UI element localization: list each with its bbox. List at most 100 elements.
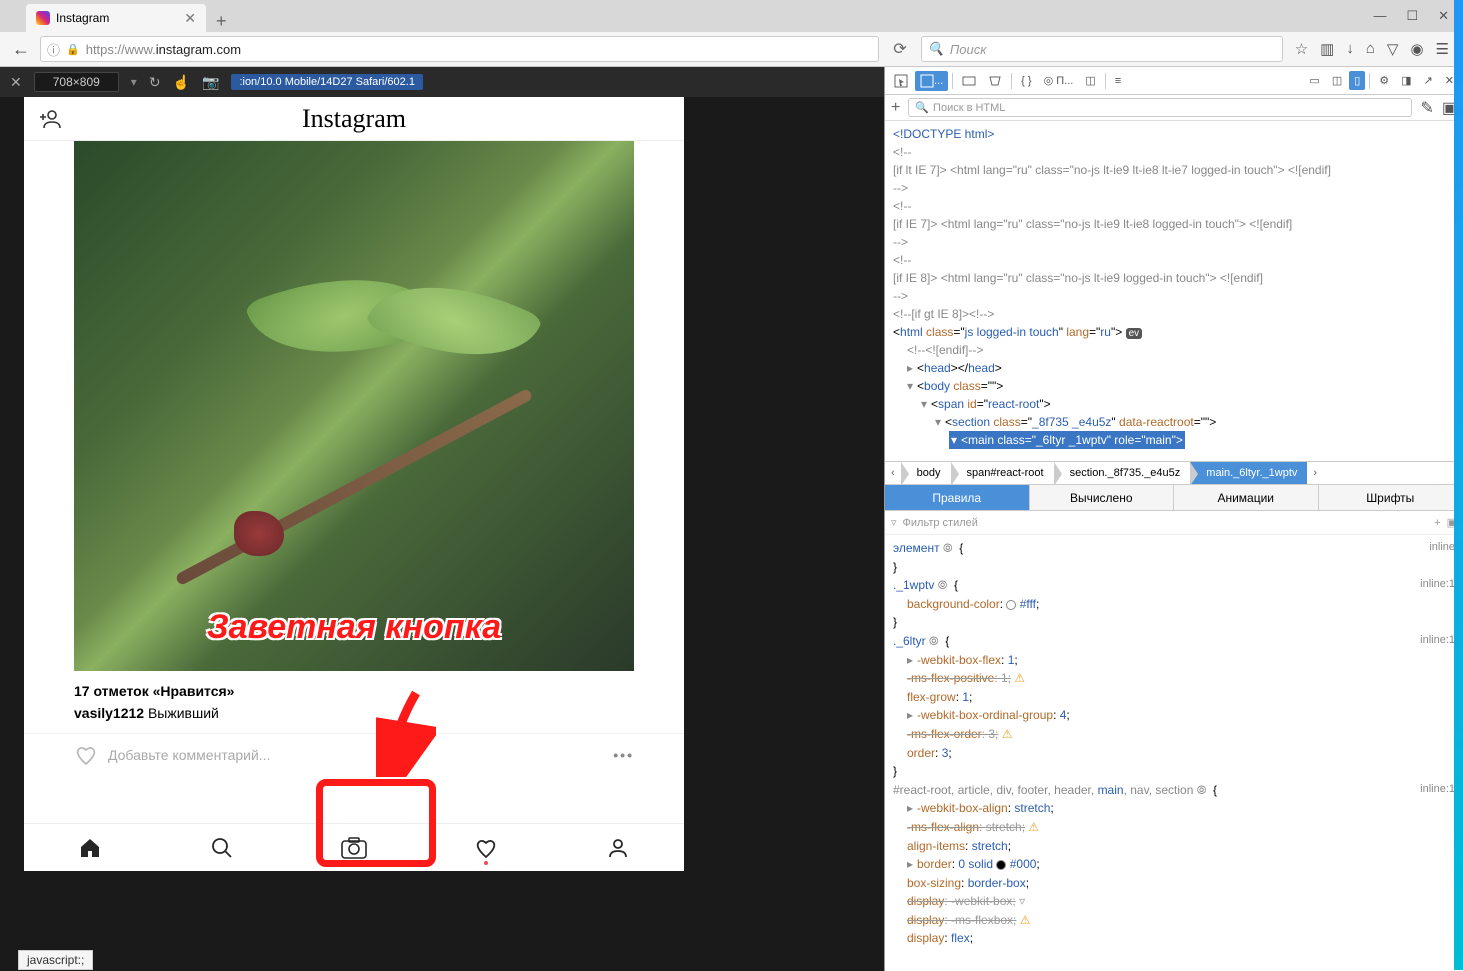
animations-tab[interactable]: Анимации: [1174, 485, 1319, 510]
rules-tab[interactable]: Правила: [885, 485, 1030, 510]
split-view-icon[interactable]: ◫: [1327, 71, 1347, 90]
post-username[interactable]: vasily1212: [74, 705, 144, 721]
breadcrumb-item[interactable]: span#react-root: [951, 462, 1054, 484]
window-edge-accent: [1454, 0, 1463, 970]
search-icon: 🔍: [915, 101, 929, 114]
post-meta: 17 отметок «Нравится» vasily1212 Выживши…: [24, 671, 684, 733]
devtools-toolbar: ... { } ◎ П... ◫ ≡ ▭ ◫ ▯ ⚙ ◨ ↗ ✕: [885, 67, 1463, 95]
lock-icon: 🔒: [66, 43, 80, 56]
likes-count[interactable]: 17 отметок «Нравится»: [74, 683, 634, 699]
nav-camera-icon[interactable]: [288, 824, 420, 871]
activity-dot: [484, 861, 488, 865]
reload-button[interactable]: ⟳: [885, 39, 914, 59]
shield-icon[interactable]: ◉: [1410, 40, 1423, 58]
breadcrumb-next-icon[interactable]: ›: [1307, 467, 1323, 479]
downloads-icon[interactable]: ↓: [1346, 40, 1354, 58]
more-options-icon[interactable]: •••: [613, 747, 634, 763]
tab-bar: Instagram ✕ + — ☐ ✕: [0, 0, 1463, 32]
breadcrumb-item-active[interactable]: main._6ltyr._1wptv: [1190, 462, 1307, 484]
rotate-icon[interactable]: ↻: [149, 74, 161, 91]
breadcrumb-item[interactable]: section._8f735._e4u5z: [1054, 462, 1191, 484]
debugger-icon[interactable]: [957, 71, 981, 91]
browser-search-field[interactable]: 🔍 Поиск: [921, 36, 1283, 62]
styles-panel[interactable]: элемент ⦾ {inline } ._1wptv ⦾ {inline:1 …: [885, 535, 1463, 971]
maximize-button[interactable]: ☐: [1406, 8, 1418, 24]
phone-viewport-wrap: Instagram Заветная кнопка 17 отметок «Нр…: [0, 97, 884, 971]
browser-toolbar: ☆ ▥ ↓ ⌂ ▽ ◉ ☰: [1289, 40, 1455, 58]
rdm-toolbar: ✕ 708×809 ▾ ↻ ☝ 📷 :ion/10.0 Mobile/14D27…: [0, 67, 884, 97]
annotation-text: Заветная кнопка: [207, 608, 501, 647]
rdm-dropdown-icon[interactable]: ▾: [131, 75, 137, 89]
new-tab-button[interactable]: +: [206, 11, 237, 32]
tab-title: Instagram: [56, 11, 109, 25]
devtools-pane: ... { } ◎ П... ◫ ≡ ▭ ◫ ▯ ⚙ ◨ ↗ ✕ + 🔍 Пои…: [884, 67, 1463, 971]
phone-viewport: Instagram Заветная кнопка 17 отметок «Нр…: [24, 97, 684, 871]
window-controls: — ☐ ✕: [1359, 8, 1463, 24]
main-split: ✕ 708×809 ▾ ↻ ☝ 📷 :ion/10.0 Mobile/14D27…: [0, 67, 1463, 971]
post-caption: vasily1212 Выживший: [74, 705, 634, 721]
filter-icon: ▿: [891, 516, 897, 529]
touch-icon[interactable]: ☝: [173, 74, 190, 91]
back-button[interactable]: ←: [8, 36, 34, 62]
dock-popout-icon[interactable]: ↗: [1419, 71, 1438, 90]
responsive-mode-icon[interactable]: ▯: [1349, 71, 1365, 90]
responsive-design-pane: ✕ 708×809 ▾ ↻ ☝ 📷 :ion/10.0 Mobile/14D27…: [0, 67, 884, 971]
add-friend-icon[interactable]: [38, 108, 62, 130]
inspector-sub-toolbar: + 🔍 Поиск в HTML ✎ ▣: [885, 95, 1463, 121]
performance-icon[interactable]: { }: [1016, 72, 1036, 90]
menu-icon[interactable]: ☰: [1436, 40, 1449, 58]
url-text: https://www.instagram.com: [86, 42, 241, 57]
browser-status-bar: javascript:;: [18, 950, 93, 970]
nav-activity-icon[interactable]: [420, 824, 552, 871]
post-photo[interactable]: Заветная кнопка: [74, 141, 634, 671]
rdm-dimensions-select[interactable]: 708×809: [34, 72, 119, 92]
dock-side-icon[interactable]: ◨: [1396, 71, 1416, 90]
inspector-icon[interactable]: [889, 71, 913, 91]
rdm-close-button[interactable]: ✕: [10, 74, 22, 91]
fonts-tab[interactable]: Шрифты: [1319, 485, 1463, 510]
close-window-button[interactable]: ✕: [1438, 8, 1449, 24]
filter-placeholder[interactable]: Фильтр стилей: [903, 517, 978, 529]
breadcrumb-prev-icon[interactable]: ‹: [885, 467, 901, 479]
site-info-icon[interactable]: ⓘ: [47, 40, 60, 59]
close-tab-icon[interactable]: ✕: [184, 10, 196, 27]
memory-icon[interactable]: ◎ П...: [1039, 71, 1079, 90]
styles-tabs: Правила Вычислено Анимации Шрифты: [885, 485, 1463, 511]
breadcrumb-item[interactable]: body: [901, 462, 951, 484]
storage-icon[interactable]: ≡: [1110, 72, 1126, 90]
html-breadcrumb: ‹ body span#react-root section._8f735._e…: [885, 461, 1463, 485]
settings-icon[interactable]: ⚙: [1374, 71, 1394, 90]
browser-tab[interactable]: Instagram ✕: [26, 4, 206, 32]
style-editor-icon[interactable]: [983, 71, 1007, 91]
instagram-logo: Instagram: [302, 104, 406, 134]
nav-profile-icon[interactable]: [552, 824, 684, 871]
iframe-select-icon[interactable]: ▭: [1304, 71, 1324, 90]
computed-tab[interactable]: Вычислено: [1030, 485, 1175, 510]
comment-input-row: Добавьте комментарий... •••: [24, 733, 684, 776]
add-rule-icon[interactable]: +: [1434, 517, 1440, 529]
console-icon[interactable]: ...: [915, 71, 948, 91]
nav-search-icon[interactable]: [156, 824, 288, 871]
screenshot-icon[interactable]: 📷: [202, 74, 219, 91]
url-bar: ← ⓘ 🔒 https://www.instagram.com ⟳ 🔍 Поис…: [0, 32, 1463, 66]
library-icon[interactable]: ▥: [1320, 40, 1334, 58]
network-icon[interactable]: ◫: [1080, 71, 1100, 90]
html-search-input[interactable]: 🔍 Поиск в HTML: [908, 98, 1412, 117]
instagram-bottom-nav: [24, 823, 684, 871]
add-element-icon[interactable]: +: [891, 99, 900, 117]
html-tree[interactable]: <!DOCTYPE html> <!-- [if lt IE 7]> <html…: [885, 121, 1463, 461]
comment-placeholder[interactable]: Добавьте комментарий...: [108, 747, 270, 763]
rdm-user-agent[interactable]: :ion/10.0 Mobile/14D27 Safari/602.1: [231, 74, 423, 90]
bookmark-star-icon[interactable]: ☆: [1295, 40, 1308, 58]
home-icon[interactable]: ⌂: [1366, 40, 1375, 58]
search-icon: 🔍: [928, 41, 944, 57]
post-caption-text: Выживший: [148, 705, 219, 721]
nav-home-icon[interactable]: [24, 824, 156, 871]
edit-html-icon[interactable]: ✎: [1420, 98, 1433, 118]
minimize-button[interactable]: —: [1373, 8, 1386, 24]
heart-icon[interactable]: [74, 744, 98, 766]
url-field[interactable]: ⓘ 🔒 https://www.instagram.com: [40, 36, 879, 62]
instagram-header: Instagram: [24, 97, 684, 141]
pocket-icon[interactable]: ▽: [1387, 40, 1399, 58]
browser-chrome: Instagram ✕ + — ☐ ✕ ← ⓘ 🔒 https://www.in…: [0, 0, 1463, 67]
